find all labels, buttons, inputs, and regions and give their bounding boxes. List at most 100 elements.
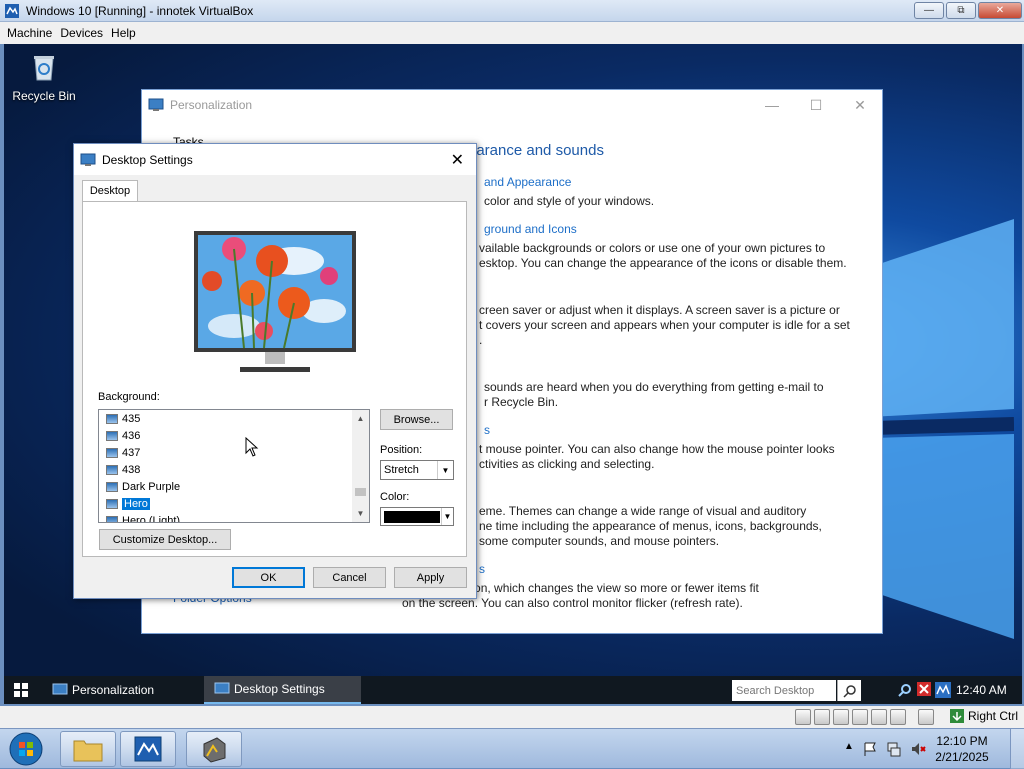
personalization-close-button[interactable]: ✕ bbox=[838, 90, 882, 120]
separator bbox=[909, 709, 915, 725]
wallpaper-thumb-icon bbox=[106, 498, 118, 509]
mouse-integration-icon[interactable] bbox=[918, 709, 934, 725]
list-item[interactable]: 436 bbox=[99, 427, 369, 444]
mouse-cursor-icon bbox=[245, 437, 259, 457]
search-icon[interactable] bbox=[837, 680, 861, 701]
recycle-bin-icon bbox=[34, 56, 54, 81]
host-taskbar-virtualbox[interactable] bbox=[120, 731, 176, 767]
network-icon[interactable] bbox=[852, 709, 868, 725]
guest-desktop[interactable]: Recycle Bin Personalization — ☐ ✕ Tasks … bbox=[4, 44, 1022, 704]
host-taskbar-explorer[interactable] bbox=[60, 731, 116, 767]
personalization-maximize-button[interactable]: ☐ bbox=[794, 90, 838, 120]
start-orb[interactable] bbox=[6, 731, 46, 767]
virtualbox-tray-icon[interactable] bbox=[935, 682, 951, 698]
tab-desktop[interactable]: Desktop bbox=[82, 180, 138, 202]
section-title-mouse-pointers[interactable]: s bbox=[484, 423, 490, 437]
background-list-scrollbar[interactable]: ▲ ▼ bbox=[352, 410, 369, 522]
color-picker[interactable]: ▼ bbox=[380, 507, 454, 526]
desktop-settings-dialog: Desktop Settings ✕ Desktop Background: 4… bbox=[73, 143, 477, 599]
flag-icon[interactable] bbox=[862, 741, 878, 757]
wallpaper-preview bbox=[194, 231, 356, 372]
vm-device-icons bbox=[795, 709, 934, 725]
list-item[interactable]: 438 bbox=[99, 461, 369, 478]
wallpaper-thumb-icon bbox=[106, 447, 118, 458]
section-title-appearance[interactable]: and Appearance bbox=[484, 175, 571, 189]
host-taskbar: ▲ 12:10 PM 2/21/2025 bbox=[0, 728, 1024, 769]
section-text-appearance: color and style of your windows. bbox=[484, 194, 655, 208]
apply-button[interactable]: Apply bbox=[394, 567, 467, 588]
usb-icon[interactable] bbox=[871, 709, 887, 725]
section-text-themes: eme. Themes can change a wide range of v… bbox=[479, 504, 822, 548]
recycle-bin[interactable]: Recycle Bin bbox=[12, 52, 76, 103]
scroll-thumb[interactable] bbox=[355, 488, 366, 496]
section-text-sounds: sounds are heard when you do everything … bbox=[484, 380, 824, 409]
menu-help[interactable]: Help bbox=[107, 26, 140, 40]
taskbar-item-desktop-settings[interactable]: Desktop Settings bbox=[204, 676, 361, 704]
minimize-button[interactable]: — bbox=[914, 2, 944, 19]
taskbar-item-personalization[interactable]: Personalization bbox=[42, 676, 202, 704]
close-button[interactable]: ✕ bbox=[978, 2, 1022, 19]
background-label: Background: bbox=[98, 391, 160, 403]
position-label: Position: bbox=[380, 444, 423, 456]
personalization-icon bbox=[52, 683, 68, 695]
position-select[interactable]: Stretch ▼ bbox=[380, 460, 454, 480]
menu-devices[interactable]: Devices bbox=[56, 26, 107, 40]
virtualbox-icon bbox=[134, 736, 162, 762]
wallpaper-thumb-icon bbox=[106, 430, 118, 441]
wallpaper-thumb-icon bbox=[106, 413, 118, 424]
host-clock[interactable]: 12:10 PM 2/21/2025 bbox=[930, 733, 994, 765]
scroll-down-icon[interactable]: ▼ bbox=[352, 505, 369, 522]
guest-tray bbox=[897, 682, 951, 698]
start-button[interactable] bbox=[4, 676, 38, 704]
vm-menubar: Machine Devices Help bbox=[0, 22, 1024, 44]
desktop-settings-title: Desktop Settings bbox=[102, 152, 193, 167]
close-icon[interactable]: ✕ bbox=[451, 150, 464, 170]
windows-orb-icon bbox=[9, 732, 43, 766]
vm-window-titlebar[interactable]: Windows 10 [Running] - innotek VirtualBo… bbox=[0, 0, 1024, 22]
section-text-mouse-pointers: t mouse pointer. You can also change how… bbox=[479, 442, 835, 471]
list-item[interactable]: Hero (Light) bbox=[99, 512, 369, 522]
chevron-down-icon: ▼ bbox=[441, 508, 453, 525]
recycle-bin-label: Recycle Bin bbox=[12, 89, 76, 103]
chevron-up-icon[interactable]: ▲ bbox=[844, 741, 854, 757]
shared-folder-icon[interactable] bbox=[890, 709, 906, 725]
show-desktop-button[interactable] bbox=[1010, 729, 1024, 769]
list-item-selected[interactable]: Hero bbox=[99, 495, 369, 512]
list-item[interactable]: 437 bbox=[99, 444, 369, 461]
desktop-settings-titlebar[interactable]: Desktop Settings bbox=[74, 144, 476, 175]
ok-button[interactable]: OK bbox=[232, 567, 305, 588]
host-key-indicator[interactable]: Right Ctrl bbox=[949, 709, 1018, 723]
volume-muted-icon[interactable] bbox=[910, 741, 926, 757]
vm-status-bar: Right Ctrl bbox=[0, 706, 1024, 728]
color-label: Color: bbox=[380, 491, 410, 503]
background-listbox[interactable]: 435 436 437 438 Dark Purple Hero Hero (L… bbox=[98, 409, 370, 523]
list-item[interactable]: Dark Purple bbox=[99, 478, 369, 495]
scroll-up-icon[interactable]: ▲ bbox=[352, 410, 369, 427]
personalization-title: Personalization bbox=[170, 98, 253, 112]
wallpaper-thumb-icon bbox=[106, 481, 118, 492]
browse-button[interactable]: Browse... bbox=[380, 409, 453, 430]
network-tray-icon[interactable] bbox=[886, 741, 902, 757]
section-text-screen-saver: creen saver or adjust when it displays. … bbox=[479, 303, 850, 347]
list-item[interactable]: 435 bbox=[99, 410, 369, 427]
personalization-minimize-button[interactable]: — bbox=[750, 90, 794, 120]
cancel-button[interactable]: Cancel bbox=[313, 567, 386, 588]
desktop-tab-panel: Background: 435 436 437 438 Dark Purple … bbox=[82, 201, 467, 557]
search-input[interactable]: Search Desktop bbox=[732, 680, 836, 701]
page-heading: earance and sounds bbox=[468, 142, 604, 159]
search-tray-icon[interactable] bbox=[897, 682, 913, 698]
floppy-icon[interactable] bbox=[833, 709, 849, 725]
hard-disk-icon[interactable] bbox=[795, 709, 811, 725]
personalization-icon bbox=[148, 98, 164, 111]
section-title-display-settings[interactable]: s bbox=[479, 562, 485, 576]
section-title-background[interactable]: ground and Icons bbox=[484, 222, 577, 236]
menu-machine[interactable]: Machine bbox=[3, 26, 56, 40]
guest-taskbar: Personalization Desktop Settings Search … bbox=[4, 676, 1022, 704]
maximize-button[interactable]: ⧉ bbox=[946, 2, 976, 19]
guest-clock[interactable]: 12:40 AM bbox=[956, 676, 1007, 704]
optical-drive-icon[interactable] bbox=[814, 709, 830, 725]
customize-desktop-button[interactable]: Customize Desktop... bbox=[99, 529, 231, 550]
host-clock-time: 12:10 PM bbox=[936, 734, 988, 748]
host-taskbar-app[interactable] bbox=[186, 731, 242, 767]
error-icon[interactable] bbox=[917, 682, 931, 696]
